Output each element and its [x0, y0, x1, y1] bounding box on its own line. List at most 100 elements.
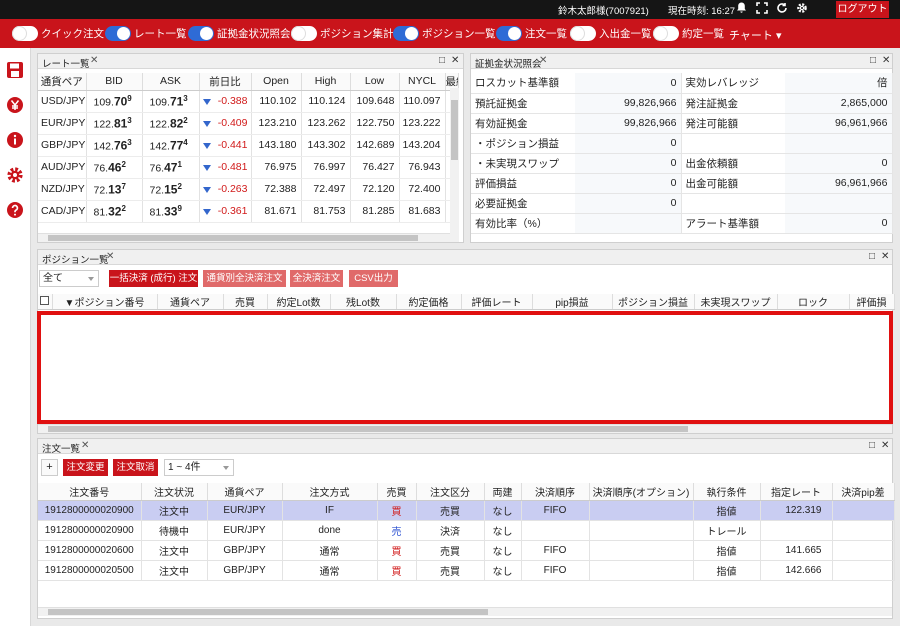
col-header[interactable]: 決済順序: [521, 483, 590, 501]
col-header[interactable]: 未実現スワップ: [694, 294, 778, 310]
toggle-switch[interactable]: [188, 26, 214, 41]
currency-pair[interactable]: NZD/JPY: [38, 178, 87, 201]
refresh-icon[interactable]: [775, 2, 789, 16]
rate-list-tab[interactable]: レート一覧: [42, 56, 90, 70]
col-header[interactable]: 通貨ペア: [207, 483, 283, 501]
col-header[interactable]: 約定Lot数: [267, 294, 331, 310]
bid-price[interactable]: 72.137: [86, 178, 143, 201]
rate-row[interactable]: GBP/JPY 142.763 142.774 -0.441 143.180 143.30…: [38, 134, 459, 157]
order-row[interactable]: 1912800000020900 注文中 EUR/JPY IF 買売買 なし FIFO 指値 1…: [38, 500, 895, 521]
toggle-margin-status[interactable]: 証拠金状況照会: [188, 26, 291, 41]
col-header[interactable]: 通貨ペア: [157, 294, 224, 310]
settings-gear-icon[interactable]: [6, 166, 24, 184]
col-header[interactable]: 評価損: [849, 294, 895, 310]
toggle-switch[interactable]: [291, 26, 317, 41]
col-header[interactable]: 注文状況: [141, 483, 208, 501]
logout-button[interactable]: ログアウト: [836, 1, 889, 18]
settle-all-button[interactable]: 全決済注文: [290, 270, 343, 287]
close-tab-icon[interactable]: ✕: [539, 55, 547, 66]
maximize-icon[interactable]: □: [869, 440, 875, 451]
currency-pair[interactable]: CAD/JPY: [38, 200, 87, 223]
col-header[interactable]: 約定価格: [396, 294, 462, 310]
col-header[interactable]: ASK: [142, 73, 200, 91]
horizontal-scrollbar[interactable]: [38, 607, 892, 616]
close-tab-icon[interactable]: ✕: [81, 440, 89, 451]
close-icon[interactable]: ✕: [451, 55, 459, 66]
save-icon[interactable]: [6, 61, 24, 79]
rate-row[interactable]: EUR/JPY 122.813 122.822 -0.409 123.210 123.26…: [38, 112, 459, 135]
close-tab-icon[interactable]: ✕: [90, 55, 98, 66]
bid-price[interactable]: 122.813: [86, 112, 143, 135]
toggle-rate-list[interactable]: レート一覧: [105, 26, 187, 41]
col-header[interactable]: BID: [86, 73, 143, 91]
bid-price[interactable]: 76.462: [86, 156, 143, 179]
col-header[interactable]: NYCL: [399, 73, 446, 91]
col-header[interactable]: ロック: [777, 294, 850, 310]
rate-row[interactable]: CAD/JPY 81.322 81.339 -0.361 81.671 81.753 81.…: [38, 200, 459, 223]
col-header[interactable]: 通貨ペア: [38, 73, 87, 91]
position-list-tab[interactable]: ポジション一覧: [42, 252, 109, 266]
ask-price[interactable]: 122.822: [142, 112, 200, 135]
col-header[interactable]: 残Lot数: [330, 294, 397, 310]
position-filter-select[interactable]: 全て: [39, 270, 99, 287]
bell-icon[interactable]: [734, 2, 748, 16]
order-change-button[interactable]: 注文変更: [63, 459, 108, 476]
maximize-icon[interactable]: □: [439, 55, 445, 66]
toggle-quick-order[interactable]: クイック注文: [12, 26, 104, 41]
toggle-switch[interactable]: [12, 26, 38, 41]
close-icon[interactable]: ✕: [881, 440, 889, 451]
bid-price[interactable]: 109.709: [86, 90, 143, 113]
horizontal-scrollbar[interactable]: [38, 424, 892, 433]
col-header[interactable]: 注文区分: [416, 483, 485, 501]
toggle-switch[interactable]: [570, 26, 596, 41]
rate-row[interactable]: NZD/JPY 72.137 72.152 -0.263 72.388 72.497 72.…: [38, 178, 459, 201]
col-header[interactable]: 決済順序(オプション): [589, 483, 694, 501]
csv-export-button[interactable]: CSV出力: [349, 270, 398, 287]
add-order-button[interactable]: +: [41, 459, 58, 476]
order-row[interactable]: 1912800000020500 注文中 GBP/JPY 通常買売買 なし FIFO 指値 1…: [38, 560, 895, 581]
col-header[interactable]: High: [301, 73, 351, 91]
currency-pair[interactable]: AUD/JPY: [38, 156, 87, 179]
col-header[interactable]: 注文番号: [38, 483, 142, 501]
bulk-settle-button[interactable]: 一括決済 (成行) 注文: [109, 270, 198, 287]
rate-row[interactable]: AUD/JPY 76.462 76.471 -0.481 76.975 76.997 76.…: [38, 156, 459, 179]
order-cancel-button[interactable]: 注文取消: [113, 459, 158, 476]
order-row[interactable]: 1912800000020600 注文中 GBP/JPY 通常買売買 なし FIFO 指値 1…: [38, 540, 895, 561]
col-header[interactable]: ▼ポジション番号: [52, 294, 158, 310]
gear-icon[interactable]: [795, 2, 809, 16]
ask-price[interactable]: 142.774: [142, 134, 200, 157]
col-header[interactable]: 両建: [484, 483, 522, 501]
bid-price[interactable]: 81.322: [86, 200, 143, 223]
col-header[interactable]: pip損益: [532, 294, 613, 310]
ask-price[interactable]: 81.339: [142, 200, 200, 223]
col-header[interactable]: Low: [350, 73, 400, 91]
margin-status-tab[interactable]: 証拠金状況照会: [475, 56, 542, 70]
order-list-tab[interactable]: 注文一覧: [42, 441, 80, 455]
col-header[interactable]: 売買: [377, 483, 417, 501]
col-header[interactable]: 執行条件: [693, 483, 761, 501]
col-header[interactable]: ポジション損益: [612, 294, 695, 310]
select-all-checkbox[interactable]: [38, 294, 53, 310]
ask-price[interactable]: 109.713: [142, 90, 200, 113]
currency-pair[interactable]: GBP/JPY: [38, 134, 87, 157]
toggle-order-list[interactable]: 注文一覧: [496, 26, 567, 41]
toggle-switch[interactable]: [653, 26, 679, 41]
ask-price[interactable]: 76.471: [142, 156, 200, 179]
currency-pair[interactable]: USD/JPY: [38, 90, 87, 113]
bid-price[interactable]: 142.763: [86, 134, 143, 157]
order-row[interactable]: 1912800000020900 待機中 EUR/JPY done 売決済 なし トレール: [38, 520, 895, 541]
yen-icon[interactable]: [6, 96, 24, 114]
maximize-icon[interactable]: □: [869, 251, 875, 262]
toggle-position-list[interactable]: ポジション一覧: [393, 26, 496, 41]
col-header[interactable]: 売買: [223, 294, 268, 310]
close-icon[interactable]: ✕: [881, 251, 889, 262]
currency-pair[interactable]: EUR/JPY: [38, 112, 87, 135]
toggle-switch[interactable]: [105, 26, 131, 41]
currency-settle-button[interactable]: 通貨別全決済注文: [203, 270, 286, 287]
chart-menu[interactable]: チャート ▾: [729, 27, 781, 43]
close-icon[interactable]: ✕: [882, 55, 890, 66]
horizontal-scrollbar[interactable]: [38, 233, 450, 242]
toggle-switch[interactable]: [393, 26, 419, 41]
toggle-position-summary[interactable]: ポジション集計: [291, 26, 394, 41]
maximize-icon[interactable]: □: [870, 55, 876, 66]
